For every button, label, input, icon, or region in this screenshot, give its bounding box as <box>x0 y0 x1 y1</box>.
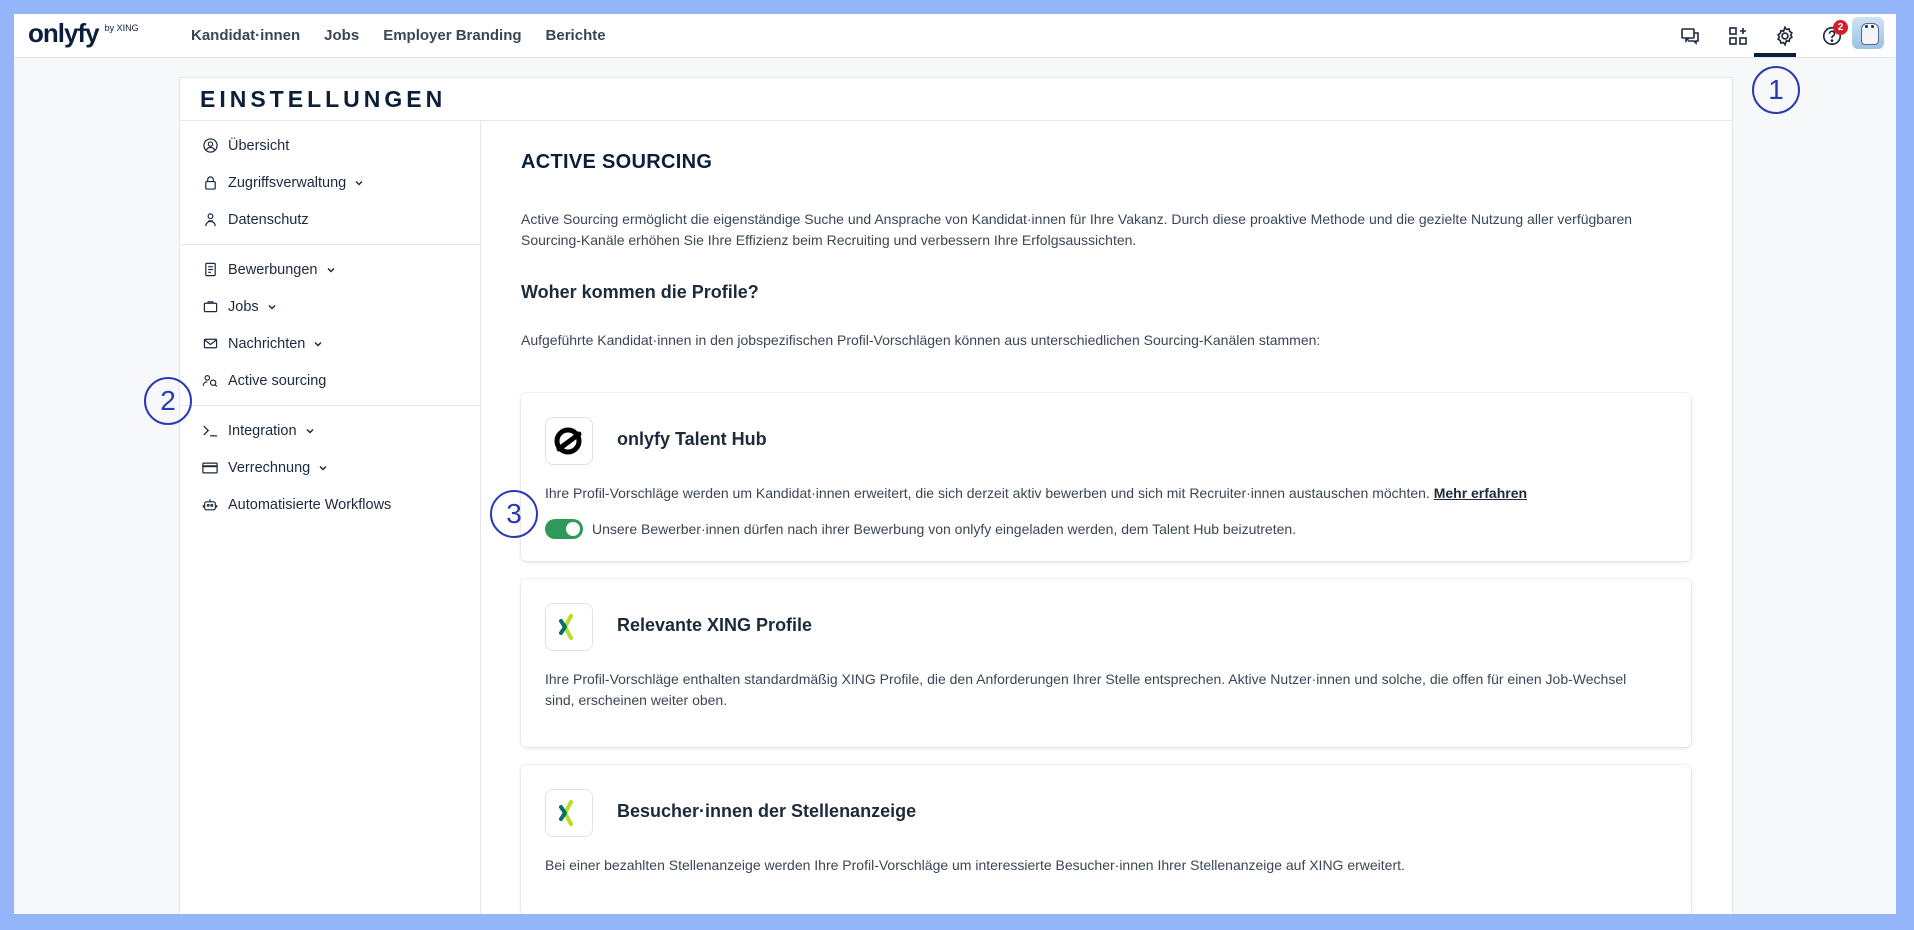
profiles-origin-heading: Woher kommen die Profile? <box>521 282 759 302</box>
people-search-icon <box>202 373 218 389</box>
notification-badge: 2 <box>1833 20 1848 35</box>
avatar-eye-right <box>1871 25 1874 28</box>
sidebar-item-label: Active sourcing <box>228 372 327 389</box>
nav-candidates[interactable]: Kandidat·innen <box>191 27 300 44</box>
brand-logo[interactable]: onlyfy by XING <box>28 19 139 47</box>
robot-icon <box>202 497 218 513</box>
sidebar-item-applications[interactable]: Bewerbungen <box>180 251 480 288</box>
sidebar-item-automated-workflows[interactable]: Automatisierte Workflows <box>180 486 480 523</box>
sidebar-group-system: Integration Verrechnung Automatisierte W… <box>180 406 480 529</box>
help-icon[interactable]: 2 <box>1818 20 1848 50</box>
mail-icon <box>202 336 218 352</box>
avatar-face <box>1861 23 1879 45</box>
source-description: Ihre Profil-Vorschläge enthalten standar… <box>545 671 1627 708</box>
source-card-talent-hub: onlyfy Talent Hub Ihre Profil-Vorschläge… <box>521 393 1691 561</box>
settings-header: EINSTELLUNGEN <box>180 78 1732 121</box>
annotation-1: 1 <box>1752 66 1800 114</box>
onlyfy-logo-icon <box>545 417 593 465</box>
source-description: Ihre Profil-Vorschläge werden um Kandida… <box>545 483 1655 504</box>
sidebar-item-label: Integration <box>228 422 297 439</box>
toggle-label: Unsere Bewerber·innen dürfen nach ihrer … <box>592 521 1297 537</box>
talent-hub-invite-setting: Unsere Bewerber·innen dürfen nach ihrer … <box>545 519 1296 539</box>
sidebar-item-privacy[interactable]: Datenschutz <box>180 201 480 238</box>
settings-card: EINSTELLUNGEN Übersicht Zugriffsverwaltu… <box>179 77 1733 914</box>
top-navigation-bar: onlyfy by XING Kandidat·innen Jobs Emplo… <box>14 14 1896 58</box>
source-title: Relevante XING Profile <box>617 615 813 635</box>
active-settings-indicator <box>1754 53 1796 57</box>
sidebar-item-label: Bewerbungen <box>228 261 318 278</box>
chevron-down-icon <box>326 265 336 275</box>
annotation-3: 3 <box>490 490 538 538</box>
avatar-eye-left <box>1865 25 1868 28</box>
settings-sidebar: Übersicht Zugriffsverwaltung Datenschutz… <box>180 121 481 914</box>
talent-hub-invite-toggle[interactable] <box>545 519 583 539</box>
source-description-text: Ihre Profil-Vorschläge werden um Kandida… <box>545 485 1430 501</box>
source-card-job-ad-visitors: Besucher·innen der Stellenanzeige Bei ei… <box>521 765 1691 914</box>
chevron-down-icon <box>313 339 323 349</box>
xing-logo-icon <box>545 603 593 651</box>
lock-icon <box>202 175 218 191</box>
toggle-knob <box>566 522 580 536</box>
sidebar-item-integration[interactable]: Integration <box>180 412 480 449</box>
source-title: Besucher·innen der Stellenanzeige <box>617 801 917 821</box>
avatar[interactable] <box>1852 17 1884 49</box>
active-sourcing-content: ACTIVE SOURCING Active Sourcing ermöglic… <box>481 121 1732 914</box>
nav-employer-branding[interactable]: Employer Branding <box>383 27 521 44</box>
sidebar-group-recruiting: Bewerbungen Jobs Nachrichten Active sour… <box>180 245 480 406</box>
apps-grid-icon[interactable] <box>1724 22 1752 50</box>
nav-jobs[interactable]: Jobs <box>324 27 359 44</box>
app-window: onlyfy by XING Kandidat·innen Jobs Emplo… <box>14 14 1896 914</box>
sidebar-group-general: Übersicht Zugriffsverwaltung Datenschutz <box>180 121 480 245</box>
logo-text: onlyfy <box>28 18 100 48</box>
sidebar-item-label: Verrechnung <box>228 459 311 476</box>
document-icon <box>202 262 218 278</box>
chevron-down-icon <box>267 302 277 312</box>
sidebar-item-billing[interactable]: Verrechnung <box>180 449 480 486</box>
nav-reports[interactable]: Berichte <box>546 27 606 44</box>
annotation-2: 2 <box>144 377 192 425</box>
sidebar-item-label: Jobs <box>228 298 259 315</box>
user-circle-icon <box>202 138 218 154</box>
sidebar-item-access-management[interactable]: Zugriffsverwaltung <box>180 164 480 201</box>
gear-icon[interactable] <box>1771 22 1799 50</box>
sidebar-item-messages[interactable]: Nachrichten <box>180 325 480 362</box>
page-title: EINSTELLUNGEN <box>200 85 447 112</box>
source-title: onlyfy Talent Hub <box>617 429 767 449</box>
sidebar-item-label: Zugriffsverwaltung <box>228 174 347 191</box>
learn-more-link[interactable]: Mehr erfahren <box>1434 485 1527 501</box>
briefcase-icon <box>202 299 218 315</box>
privacy-icon <box>202 212 218 228</box>
sidebar-item-active-sourcing[interactable]: Active sourcing <box>180 362 480 399</box>
chevron-down-icon <box>354 178 364 188</box>
xing-logo-icon <box>545 789 593 837</box>
intro-text: Active Sourcing ermöglicht die eigenstän… <box>521 211 1633 248</box>
source-card-xing-profiles: Relevante XING Profile Ihre Profil-Vorsc… <box>521 579 1691 747</box>
main-nav: Kandidat·innen Jobs Employer Branding Be… <box>191 14 606 57</box>
chat-icon[interactable] <box>1676 22 1704 50</box>
sidebar-item-overview[interactable]: Übersicht <box>180 127 480 164</box>
chevron-down-icon <box>318 463 328 473</box>
sidebar-item-label: Übersicht <box>228 137 290 154</box>
section-heading: ACTIVE SOURCING <box>521 151 713 173</box>
sidebar-item-label: Automatisierte Workflows <box>228 496 392 513</box>
sidebar-item-label: Datenschutz <box>228 211 309 228</box>
credit-card-icon <box>202 460 218 476</box>
sidebar-item-label: Nachrichten <box>228 335 306 352</box>
source-description: Bei einer bezahlten Stellenanzeige werde… <box>545 857 1405 873</box>
profiles-origin-text: Aufgeführte Kandidat·innen in den jobspe… <box>521 332 1321 348</box>
terminal-icon <box>202 423 218 439</box>
sidebar-item-jobs[interactable]: Jobs <box>180 288 480 325</box>
logo-subtext: by XING <box>104 23 139 33</box>
chevron-down-icon <box>305 426 315 436</box>
